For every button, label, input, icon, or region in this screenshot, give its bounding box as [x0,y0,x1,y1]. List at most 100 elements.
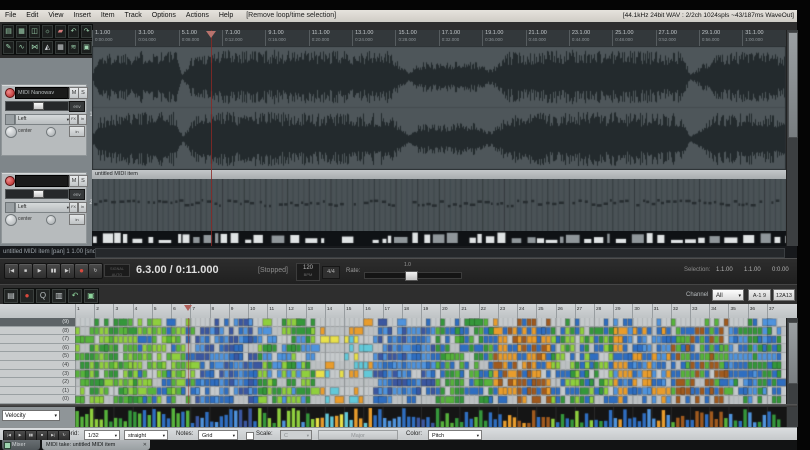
volume-slider-handle[interactable] [33,102,44,110]
routing-icon[interactable] [5,114,15,125]
width-knob[interactable] [46,215,56,225]
track-name-field[interactable] [15,175,69,187]
scrollbar-thumb[interactable] [788,32,798,138]
channel-dropdown[interactable]: All ▾ [712,289,744,301]
close-icon[interactable]: ✕ [143,440,147,450]
project-settings-button[interactable]: ☼ [41,24,54,39]
save-project-button[interactable]: ◫ [28,24,41,39]
time-signature[interactable]: 4/4 [322,266,340,279]
piano-keys-button[interactable]: ▥ [51,288,67,304]
selection-end[interactable]: 1.1.00 [744,267,761,273]
note-row-label[interactable]: (1) [0,387,75,396]
render-button[interactable]: ▰ [54,24,67,39]
go-to-start-button[interactable]: |◀ [4,263,19,279]
volume-slider-handle[interactable] [33,190,44,198]
midi-editor-ruler[interactable]: 1234567891011121314151617181920212223242… [0,304,797,318]
fx-button[interactable]: FX [69,114,78,125]
note-row-label[interactable]: (7) [0,335,75,344]
note-row-label[interactable]: (4) [0,361,75,370]
envelope-button[interactable]: ∿ [15,40,28,55]
pause-button[interactable]: ▮▮ [46,263,61,279]
note-row-label[interactable]: (5) [0,352,75,361]
stop-button[interactable]: ■ [18,263,33,279]
midi-item-note-preview[interactable] [92,231,786,246]
menu-help[interactable]: Help [214,10,238,22]
volume-slider[interactable] [5,189,69,199]
width-knob[interactable] [46,127,56,137]
tab-mixer[interactable]: Mixer [2,440,40,450]
note-row-label[interactable]: (8) [0,327,75,336]
new-project-button[interactable]: ▤ [2,24,15,39]
routing-icon[interactable] [5,202,15,213]
note-row-label[interactable]: (6) [0,344,75,353]
note-range-button-1[interactable]: A-1 9 [748,289,771,301]
input-dropdown[interactable]: Left▾ [15,202,71,213]
note-row-label[interactable]: (0) [0,395,75,404]
note-row-label[interactable]: (2) [0,378,75,387]
scale-root-dropdown[interactable]: C▾ [280,430,312,440]
sync-status-box[interactable]: SIGNAL AUTO [104,264,130,277]
scrollbar-thumb[interactable] [788,322,798,384]
quantize-button[interactable]: Q [35,288,51,304]
notes-dropdown[interactable]: Grid▾ [198,430,238,440]
tab-midi-take[interactable]: MIDI take: untitled MIDI item ✕ [42,440,150,450]
scale-checkbox[interactable] [246,432,254,440]
transport-position-display[interactable]: 6.3.00 / 0:11.000 [136,264,219,276]
menu-actions[interactable]: Actions [181,10,214,22]
arrange-vertical-scrollbar[interactable] [786,30,798,246]
midi-item-title[interactable]: untitled MIDI item [92,170,786,179]
play-button[interactable]: ▶ [32,263,47,279]
record-monitor-button[interactable]: in [69,126,85,137]
piano-roll-scrollbar[interactable] [786,318,798,427]
track-name-field[interactable]: MIDI Nanowav [15,87,69,99]
go-to-end-button[interactable]: ▶| [60,263,75,279]
ripple-button[interactable]: ≋ [67,40,80,55]
env-button[interactable]: env [69,101,85,112]
env-button[interactable]: env [69,189,85,200]
note-range-button-2[interactable]: 12A13 [773,289,795,301]
solo-button[interactable]: S [78,175,88,187]
midi-edit-cursor-marker[interactable] [184,305,192,311]
selection-start[interactable]: 1.1.00 [716,267,733,273]
grid-size-dropdown[interactable]: 1/32▾ [84,430,120,440]
rate-slider[interactable] [364,272,462,279]
open-project-button[interactable]: ▦ [15,24,28,39]
fx-button[interactable]: FX [69,202,78,213]
pan-knob[interactable] [5,214,17,226]
selection-length[interactable]: 0:0.00 [772,267,789,273]
pan-knob[interactable] [5,126,17,138]
piano-roll-notes[interactable] [75,318,786,404]
record-arm-button[interactable] [5,176,15,186]
solo-button[interactable]: S [78,87,88,99]
menu-file[interactable]: File [0,10,21,22]
midi-item-body[interactable] [92,179,786,231]
input-dropdown[interactable]: Left▾ [15,114,71,125]
audio-item-waveform[interactable] [92,46,786,170]
grid-type-dropdown[interactable]: straight▾ [124,430,168,440]
pencil-button[interactable]: ✎ [2,40,15,55]
undo-button[interactable]: ↶ [67,288,83,304]
dock-button[interactable]: ▣ [83,288,99,304]
crossfade-button[interactable]: ⋈ [28,40,41,55]
edit-cursor-marker[interactable] [206,31,216,38]
menu-options[interactable]: Options [147,10,181,22]
menu-view[interactable]: View [43,10,68,22]
item-properties-button[interactable]: ▤ [3,288,19,304]
cc-lane-dropdown[interactable]: Velocity ▾ [2,410,60,421]
velocity-lane[interactable] [75,407,786,427]
metronome-button[interactable]: ◭ [41,40,54,55]
volume-slider[interactable] [5,101,69,111]
note-row-label[interactable]: (3) [0,370,75,379]
record-monitor-button[interactable]: in [69,214,85,225]
menu-edit[interactable]: Edit [21,10,43,22]
rate-slider-handle[interactable] [405,271,418,281]
menu-insert[interactable]: Insert [68,10,96,22]
note-row-label[interactable]: (9) [0,318,75,327]
record-button[interactable]: ● [19,288,35,304]
undo-button[interactable]: ↶ [67,24,80,39]
grid-button[interactable]: ▦ [54,40,67,55]
record-arm-button[interactable] [5,88,15,98]
menu-track[interactable]: Track [120,10,147,22]
repeat-button[interactable]: ↻ [88,263,103,279]
color-mode-dropdown[interactable]: Pitch▾ [428,430,482,440]
